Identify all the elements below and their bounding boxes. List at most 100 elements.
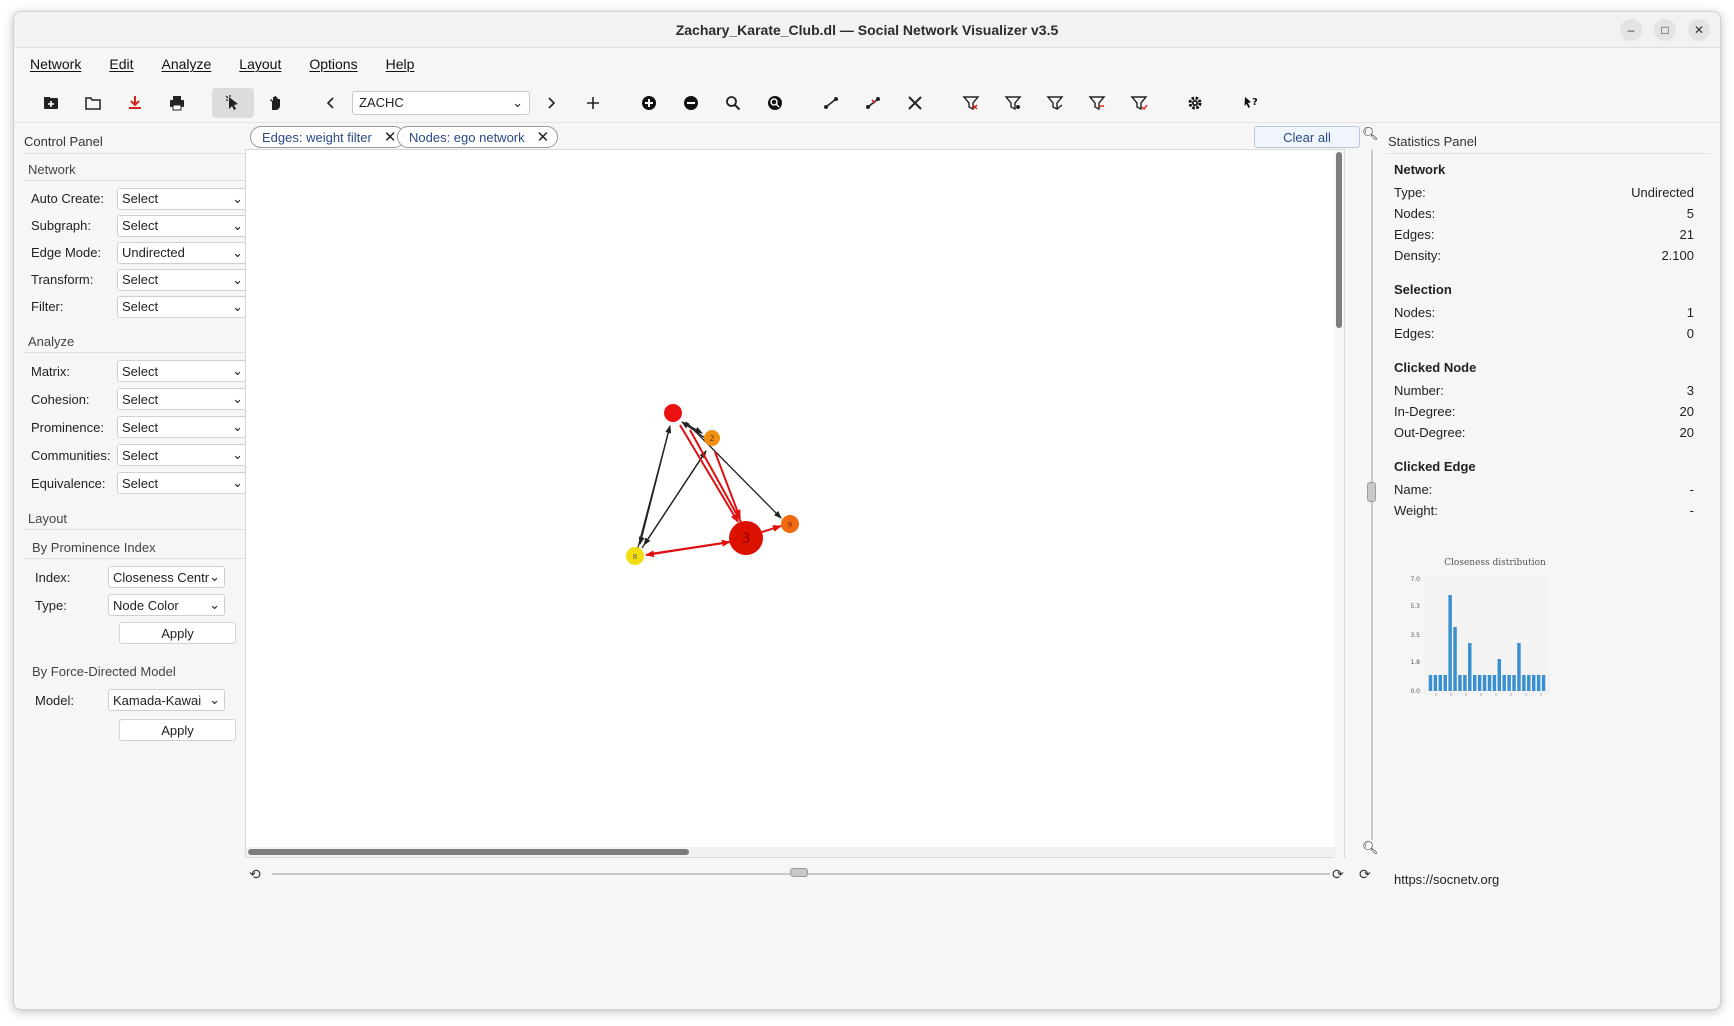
add-edge-button[interactable] [810, 88, 852, 118]
select-mode-icon [225, 94, 238, 110]
filter-weight-button[interactable] [1118, 88, 1160, 118]
model-select[interactable]: Kamada-Kawai ⌄ [108, 689, 225, 711]
close-button[interactable]: ✕ [1688, 19, 1710, 41]
menu-help[interactable]: Help [386, 56, 415, 72]
next-button[interactable] [530, 88, 572, 118]
previous-button[interactable] [310, 88, 352, 118]
settings-button[interactable] [1174, 88, 1216, 118]
equivalence-select[interactable]: Select ⌄ [117, 472, 248, 494]
add-node-button[interactable] [628, 88, 670, 118]
auto-create-select[interactable]: Select ⌄ [117, 187, 248, 210]
filter-edges-button[interactable] [1034, 88, 1076, 118]
menu-network[interactable]: Network [30, 56, 81, 72]
matrix-select[interactable]: Select ⌄ [117, 360, 248, 382]
stats-row: Edges: 0 [1386, 323, 1710, 344]
index-select[interactable]: Closeness Centrality⌄ [108, 566, 225, 588]
stats-label: Type: [1394, 185, 1426, 200]
zoom-slider-handle[interactable] [1367, 482, 1376, 502]
remove-node-button[interactable] [670, 88, 712, 118]
subgraph-select[interactable]: Select ⌄ [117, 214, 248, 237]
chart-bar [1507, 675, 1511, 691]
close-icon[interactable]: ✕ [384, 128, 397, 146]
save-button[interactable] [114, 88, 156, 118]
edge[interactable] [761, 525, 782, 533]
graph-node-8[interactable]: 8 [626, 547, 644, 565]
stats-clicked-node-title: Clicked Node [1394, 360, 1477, 375]
rotate-slider-handle[interactable] [790, 868, 808, 877]
stats-value: 3 [1686, 383, 1694, 398]
scrollbar-thumb[interactable] [248, 849, 689, 855]
graph-node-circle[interactable] [664, 404, 682, 422]
edge[interactable] [638, 425, 671, 545]
stats-value: 20 [1679, 425, 1694, 440]
scrollbar-thumb[interactable] [1336, 152, 1342, 328]
graph-node-9[interactable]: 9 [781, 515, 799, 533]
find-node-button[interactable] [712, 88, 754, 118]
graph-node-2[interactable]: 2 [704, 430, 720, 446]
apply-force-button[interactable]: Apply [119, 719, 236, 741]
tools-button[interactable] [894, 88, 936, 118]
socnetv-link[interactable]: https://socnetv.org [1394, 872, 1499, 887]
type-select[interactable]: Node Color ⌄ [108, 594, 225, 616]
apply-prominence-button[interactable]: Apply [119, 622, 236, 644]
remove-edge-button[interactable] [852, 88, 894, 118]
menu-layout[interactable]: Layout [239, 56, 281, 72]
rotate-right-icon[interactable]: ⟳ [1332, 866, 1344, 883]
zoom-out-icon[interactable]: 🔍︎ [1362, 840, 1379, 856]
filter-isolates-button[interactable] [992, 88, 1034, 118]
filter-select[interactable]: Select ⌄ [117, 295, 248, 318]
stats-label: Out-Degree: [1394, 425, 1466, 440]
zoom-in-icon[interactable]: 🔍︎ [1362, 126, 1379, 142]
rotate-left-icon[interactable]: ⟲ [249, 866, 261, 883]
edge[interactable] [649, 539, 731, 555]
cohesion-label: Cohesion: [31, 391, 90, 407]
auto-create-label: Auto Create: [31, 191, 104, 206]
clear-all-button[interactable]: Clear all [1254, 126, 1360, 148]
maximize-button[interactable]: □ [1654, 19, 1676, 41]
graph-svg[interactable]: 2 3 9 8 [246, 150, 1336, 849]
close-icon[interactable]: ✕ [537, 128, 550, 146]
canvas-vertical-scrollbar[interactable] [1334, 150, 1344, 859]
chart-bar [1458, 675, 1462, 691]
graph-canvas[interactable]: 2 3 9 8 [245, 149, 1345, 859]
edge[interactable] [643, 450, 707, 546]
transform-select[interactable]: Select ⌄ [117, 268, 248, 291]
new-network-button[interactable] [30, 88, 72, 118]
print-button[interactable] [156, 88, 198, 118]
prominence-select[interactable]: Select ⌄ [117, 416, 248, 438]
chevron-down-icon: ⌄ [232, 271, 243, 287]
menu-analyze[interactable]: Analyze [161, 56, 211, 72]
dataset-combo[interactable]: ZACHC ⌄ [352, 90, 530, 115]
canvas-horizontal-scrollbar[interactable] [246, 847, 1336, 857]
communities-select[interactable]: Select ⌄ [117, 444, 248, 466]
select-mode-button[interactable] [212, 87, 254, 118]
filter-unilateral-button[interactable] [1076, 88, 1118, 118]
zoom-slider[interactable] [1366, 150, 1380, 870]
whats-this-button[interactable]: ? [1230, 88, 1272, 118]
filter-chips-bar: Edges: weight filter ✕ Nodes: ego networ… [250, 124, 1360, 150]
stats-row: Nodes: 5 [1386, 203, 1710, 224]
edge[interactable] [714, 451, 741, 519]
transform-row: Transform: Select ⌄ [24, 266, 248, 293]
cohesion-select[interactable]: Select ⌄ [117, 388, 248, 410]
analyze-section-title: Analyze [24, 326, 248, 353]
zoom-reset-button[interactable] [754, 88, 796, 118]
minimize-button[interactable]: – [1620, 19, 1642, 41]
add-button[interactable] [572, 88, 614, 118]
graph-node-1[interactable] [664, 404, 682, 422]
stats-label: Number: [1394, 383, 1444, 398]
chip-nodes-ego-network[interactable]: Nodes: ego network ✕ [397, 126, 559, 148]
pan-mode-button[interactable] [254, 88, 296, 118]
open-button[interactable] [72, 88, 114, 118]
graph-node-3[interactable]: 3 [729, 521, 763, 555]
menu-edit[interactable]: Edit [109, 56, 133, 72]
stats-label: Density: [1394, 248, 1441, 263]
filter-nodes-button[interactable] [950, 88, 992, 118]
edge-mode-select[interactable]: Undirected ⌄ [117, 241, 248, 264]
stats-value: 0 [1686, 326, 1694, 341]
index-value: Closeness Centrality [113, 569, 210, 585]
menu-options[interactable]: Options [309, 56, 357, 72]
chip-edges-weight-filter[interactable]: Edges: weight filter ✕ [250, 126, 406, 148]
y-tick-label: 1.8 [1410, 659, 1420, 666]
transform-label: Transform: [31, 272, 94, 287]
